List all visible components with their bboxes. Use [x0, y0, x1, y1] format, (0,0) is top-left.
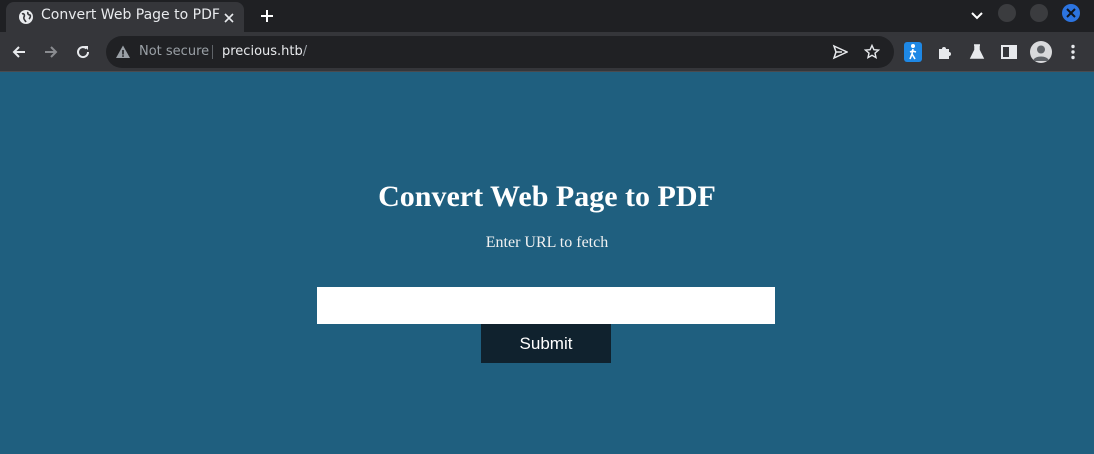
more-menu-icon[interactable] [1064, 43, 1082, 61]
url-input[interactable] [317, 287, 775, 324]
maximize-window-button[interactable] [1030, 4, 1048, 22]
close-icon [1066, 8, 1076, 18]
minimize-window-button[interactable] [998, 4, 1016, 22]
submit-button[interactable]: Submit [481, 324, 611, 363]
url-host: precious.htb [222, 44, 303, 59]
security-status-label[interactable]: Not secure [139, 44, 209, 59]
bookmark-star-icon[interactable] [863, 43, 881, 60]
send-to-devices-icon[interactable] [832, 44, 849, 60]
page-title: Convert Web Page to PDF [378, 180, 716, 213]
chevron-down-icon[interactable] [968, 7, 986, 25]
close-tab-icon[interactable] [222, 10, 236, 24]
side-panel-icon[interactable] [1000, 43, 1018, 61]
browser-tabstrip: Convert Web Page to PDF [0, 0, 1094, 32]
extension-walker-icon[interactable] [904, 42, 922, 62]
browser-tab[interactable]: Convert Web Page to PDF [6, 2, 244, 32]
url-path: / [302, 44, 308, 59]
address-divider [212, 45, 213, 59]
address-bar[interactable]: Not secure precious.htb/ [106, 36, 894, 68]
back-arrow-icon[interactable] [10, 43, 28, 61]
forward-arrow-icon[interactable] [42, 43, 60, 61]
browser-toolbar: Not secure precious.htb/ [0, 32, 1094, 72]
globe-icon [18, 9, 34, 25]
url-text[interactable]: precious.htb/ [222, 44, 307, 59]
profile-avatar-icon[interactable] [1030, 41, 1052, 63]
warning-icon[interactable] [115, 44, 131, 60]
labs-flask-icon[interactable] [968, 43, 986, 61]
reload-icon[interactable] [74, 43, 92, 61]
extensions-puzzle-icon[interactable] [936, 43, 954, 61]
close-window-button[interactable] [1062, 4, 1080, 22]
page-subtitle: Enter URL to fetch [485, 234, 609, 251]
page-content: Convert Web Page to PDF Enter URL to fet… [0, 73, 1094, 454]
new-tab-icon[interactable] [258, 7, 276, 25]
tab-title: Convert Web Page to PDF [41, 7, 220, 23]
